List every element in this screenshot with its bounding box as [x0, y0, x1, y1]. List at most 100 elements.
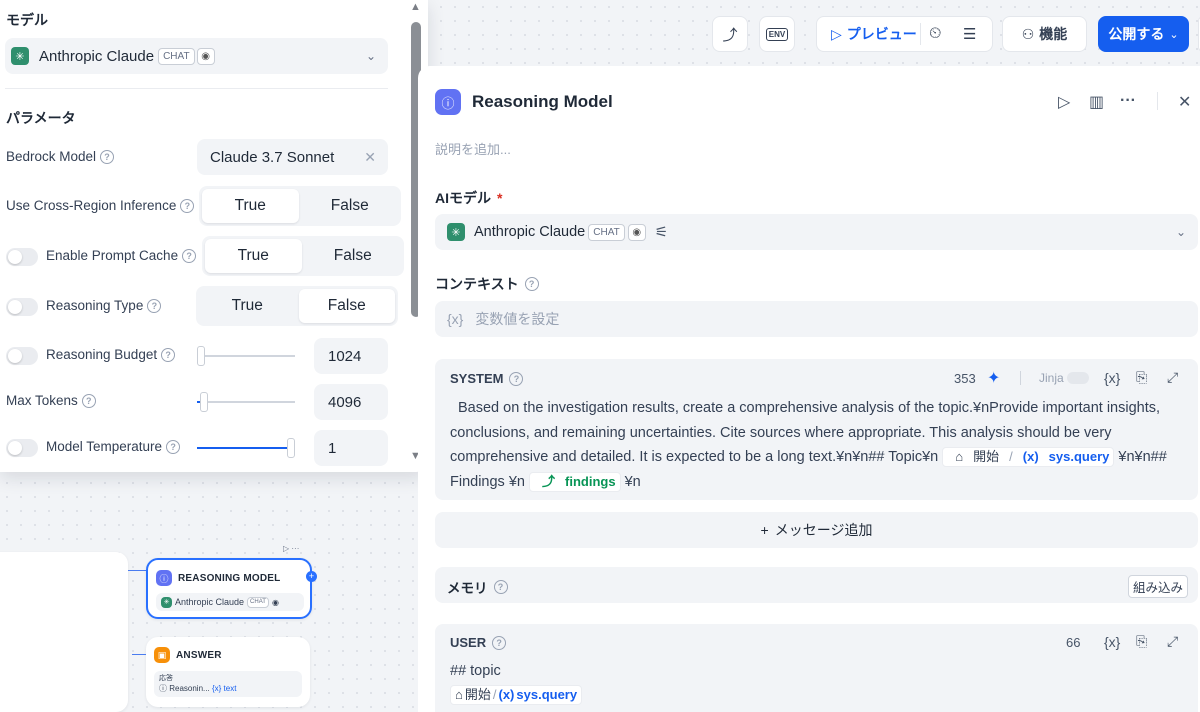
reasoning-budget-input[interactable]: 1024: [314, 338, 388, 374]
reasoning-type-label: Reasoning Type ?: [46, 298, 162, 313]
run-icon[interactable]: ▷: [1058, 92, 1070, 112]
answer-node[interactable]: ▣ ANSWER 応答 ⓘ Reasonin... {x} text: [146, 637, 310, 707]
scroll-up-icon[interactable]: ▲: [410, 1, 421, 13]
reasoning-type-switch[interactable]: [6, 298, 38, 316]
var-pill-sys-query[interactable]: ⌂ 開始 / (x) sys.query: [942, 447, 1115, 468]
max-tokens-label-text: Max Tokens: [6, 393, 78, 408]
max-tokens-slider[interactable]: [197, 401, 295, 403]
context-input[interactable]: {x} 変数値を設定: [435, 301, 1198, 337]
var-node-start: 開始: [464, 687, 491, 703]
node-add-handle[interactable]: +: [306, 571, 317, 582]
help-icon: ?: [147, 298, 162, 313]
max-tokens-input[interactable]: 4096: [314, 384, 388, 420]
history-icon[interactable]: ⏲: [929, 25, 941, 43]
reasoning-type-toggle[interactable]: True False: [196, 286, 398, 326]
cross-region-false[interactable]: False: [302, 189, 399, 223]
jinja-toggle[interactable]: [1067, 372, 1089, 384]
user-text-line1: ## topic: [450, 663, 501, 679]
panel-title[interactable]: Reasoning Model: [472, 92, 613, 112]
temperature-slider-handle[interactable]: [287, 438, 295, 458]
reasoning-budget-slider-handle[interactable]: [197, 346, 205, 366]
ai-generate-icon[interactable]: ✦: [987, 368, 1000, 388]
user-label: USER ?: [450, 635, 507, 650]
docs-icon[interactable]: ▥: [1089, 92, 1104, 112]
temperature-switch[interactable]: [6, 439, 38, 457]
system-prompt-block[interactable]: SYSTEM ? 353 ✦ Jinja {x} ⎘ ⤢ Based on th…: [435, 359, 1198, 500]
expand-icon[interactable]: ⤢: [1167, 633, 1178, 650]
description-input[interactable]: 説明を追加...: [435, 139, 511, 158]
bedrock-model-value: Claude 3.7 Sonnet: [210, 148, 335, 166]
reasoning-budget-switch[interactable]: [6, 347, 38, 365]
copy-icon[interactable]: ⎘: [1136, 633, 1147, 650]
system-prompt-text[interactable]: Based on the investigation results, crea…: [450, 396, 1190, 494]
var-pill-findings[interactable]: ⤴ findings: [529, 471, 621, 492]
variable-icon: {x}: [447, 311, 464, 327]
reasoning-type-false[interactable]: False: [298, 289, 395, 323]
close-icon[interactable]: ✕: [1178, 92, 1191, 112]
node-run-icon[interactable]: ▷ ···: [283, 544, 299, 553]
chat-badge: CHAT: [158, 47, 195, 65]
eye-icon: ◉: [196, 47, 215, 65]
answer-field-label: 応答: [159, 675, 173, 682]
temperature-input[interactable]: 1: [314, 430, 388, 466]
reasoning-node-icon: ⓘ: [156, 570, 172, 586]
more-icon[interactable]: ···: [1120, 92, 1136, 110]
reasoning-type-true[interactable]: True: [199, 289, 296, 323]
chat-badge: CHAT: [588, 223, 625, 241]
undo-icon-button[interactable]: ⤴: [712, 16, 748, 52]
env-button[interactable]: ENV: [759, 16, 795, 52]
help-icon: ?: [524, 277, 539, 291]
prompt-cache-switch[interactable]: [6, 248, 38, 266]
iteration-icon: ⤴: [542, 473, 556, 489]
features-icon: ⚇: [1021, 25, 1035, 42]
undo-icon: ⤴: [722, 26, 738, 44]
max-tokens-label: Max Tokens ?: [6, 393, 96, 408]
max-tokens-slider-handle[interactable]: [200, 392, 208, 412]
info-icon: ⓘ: [159, 684, 167, 693]
canvas-left-node[interactable]: [0, 552, 128, 712]
bedrock-model-label-text: Bedrock Model: [6, 149, 97, 164]
system-token-count: 353: [954, 371, 976, 386]
system-label: SYSTEM ?: [450, 371, 524, 386]
ai-model-label: AIモデル *: [435, 188, 502, 208]
copy-icon[interactable]: ⎘: [1136, 369, 1147, 386]
model-selector[interactable]: ✳ Anthropic Claude CHAT ◉ ⌄: [5, 38, 388, 74]
clear-icon[interactable]: ✕: [364, 149, 376, 166]
bedrock-model-select[interactable]: Claude 3.7 Sonnet ✕: [197, 139, 388, 175]
cross-region-label: Use Cross-Region Inference ?: [6, 198, 195, 213]
help-icon: ?: [161, 347, 176, 362]
cross-region-toggle[interactable]: True False: [199, 186, 401, 226]
play-icon: ▷: [831, 25, 842, 42]
reasoning-type-label-text: Reasoning Type: [46, 298, 144, 313]
preview-button[interactable]: プレビュー: [847, 24, 917, 44]
ai-model-selector[interactable]: ✳ Anthropic Claude CHAT ◉ ⚟ ⌄: [435, 214, 1198, 250]
var-pill-sys-query[interactable]: ⌂ 開始 / (x) sys.query: [450, 685, 583, 706]
prompt-cache-false[interactable]: False: [305, 239, 402, 273]
expand-icon[interactable]: ⤢: [1167, 369, 1178, 386]
ai-model-label-text: AIモデル: [435, 190, 491, 206]
prompt-cache-true[interactable]: True: [205, 239, 302, 273]
temperature-slider[interactable]: [197, 447, 295, 449]
chat-badge: CHAT: [247, 596, 269, 608]
reasoning-budget-label-text: Reasoning Budget: [46, 347, 158, 362]
prompt-cache-toggle[interactable]: True False: [202, 236, 404, 276]
answer-node-icon: ▣: [154, 647, 170, 663]
add-message-button[interactable]: + メッセージ追加: [435, 512, 1198, 548]
cross-region-true[interactable]: True: [202, 189, 299, 223]
reasoning-model-node[interactable]: ⓘ REASONING MODEL ✳ Anthropic Claude CHA…: [146, 558, 317, 619]
cross-region-label-text: Use Cross-Region Inference: [6, 198, 177, 213]
insert-variable-icon[interactable]: {x}: [1104, 634, 1120, 650]
checklist-icon[interactable]: ☰: [963, 25, 976, 43]
params-settings-icon[interactable]: ⚟: [655, 223, 668, 241]
node-settings-panel: ⓘ Reasoning Model ▷ ▥ ··· ✕ 説明を追加... AIモ…: [418, 66, 1200, 712]
publish-button[interactable]: 公開する ⌄: [1098, 16, 1189, 52]
user-prompt-text[interactable]: ## topic ⌂ 開始 / (x) sys.query: [450, 659, 583, 707]
env-icon: ENV: [765, 27, 789, 41]
builtin-button[interactable]: 組み込み: [1127, 575, 1188, 598]
answer-node-field: 応答 ⓘ Reasonin... {x} text: [154, 671, 302, 697]
insert-variable-icon[interactable]: {x}: [1104, 370, 1120, 386]
variable-icon: (x): [1022, 449, 1039, 465]
user-prompt-block[interactable]: USER ? 66 {x} ⎘ ⤢ ## topic ⌂ 開始 / (x) sy…: [435, 624, 1198, 712]
reasoning-budget-slider[interactable]: [197, 355, 295, 357]
features-button[interactable]: ⚇ 機能: [1002, 16, 1087, 52]
